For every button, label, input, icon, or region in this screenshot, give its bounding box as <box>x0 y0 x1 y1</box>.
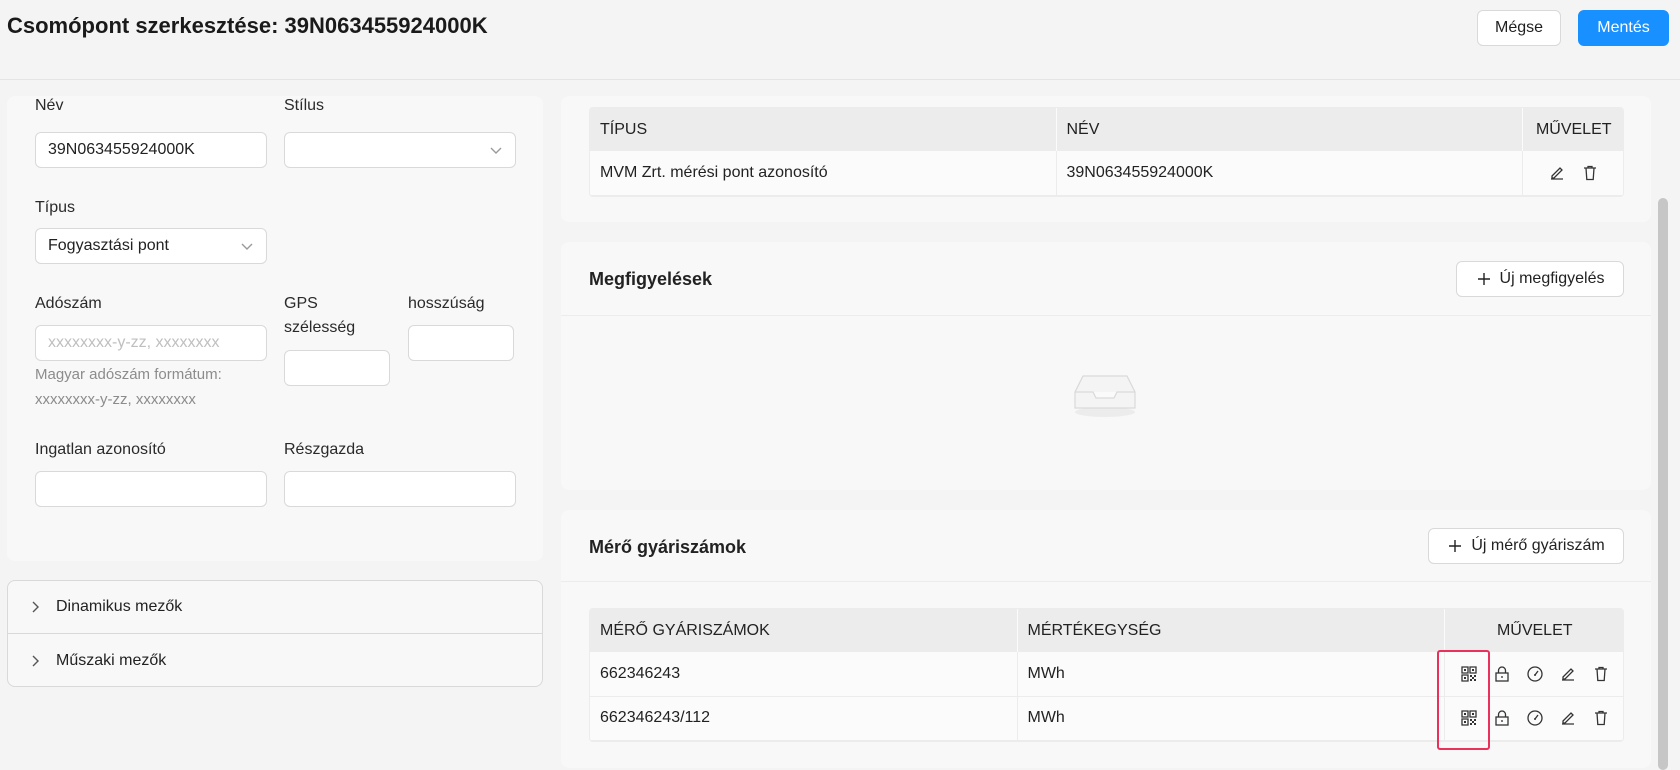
chevron-down-icon <box>490 147 502 154</box>
style-select[interactable] <box>284 132 516 168</box>
tax-number-hint: Magyar adószám formátum: xxxxxxxx-y-zz, … <box>35 366 222 408</box>
column-header: NÉV <box>1056 108 1523 151</box>
meter-unit: MWh <box>1017 696 1445 741</box>
edit-icon[interactable] <box>1559 665 1577 683</box>
edit-icon[interactable] <box>1559 709 1577 727</box>
gps-latitude-input[interactable] <box>284 350 390 386</box>
chevron-down-icon <box>241 243 253 250</box>
tax-number-input[interactable]: xxxxxxxx-y-zz, xxxxxxxx <box>35 325 267 361</box>
identifiers-card: TÍPUS NÉV MŰVELET MVM Zrt. mérési pont a… <box>561 96 1651 222</box>
observations-card: Megfigyelések Új megfigyelés <box>561 242 1651 490</box>
delete-icon[interactable] <box>1592 665 1610 683</box>
node-form-panel: Név 39N063455924000K Stílus Típus Fogyas… <box>7 96 543 561</box>
property-id-input[interactable] <box>35 471 267 507</box>
page-title: Csomópont szerkesztése: 39N063455924000K <box>7 13 488 38</box>
empty-inbox-icon <box>1074 375 1136 417</box>
identifiers-table: TÍPUS NÉV MŰVELET MVM Zrt. mérési pont a… <box>590 108 1623 196</box>
name-input[interactable]: 39N063455924000K <box>35 132 267 168</box>
scrollbar[interactable] <box>1658 198 1668 770</box>
column-header: MÉRTÉKEGYSÉG <box>1017 609 1445 652</box>
chevron-right-icon <box>32 601 39 613</box>
subowner-label: Részgazda <box>284 441 365 458</box>
plus-icon <box>1449 540 1462 552</box>
lock-icon[interactable] <box>1493 709 1511 727</box>
save-button[interactable]: Mentés <box>1578 10 1669 46</box>
cancel-button[interactable]: Mégse <box>1477 10 1561 46</box>
name-label: Név <box>35 97 64 114</box>
collapse-panel: Dinamikus mezők Műszaki mezők <box>7 580 543 687</box>
plus-icon <box>1477 273 1490 285</box>
type-label: Típus <box>35 199 76 216</box>
chevron-right-icon <box>32 655 39 666</box>
column-header: MŰVELET <box>1522 108 1623 151</box>
lock-icon[interactable] <box>1493 665 1511 683</box>
column-header: MŰVELET <box>1444 609 1623 652</box>
type-select[interactable]: Fogyasztási pont <box>35 228 267 264</box>
gauge-icon[interactable] <box>1526 665 1544 683</box>
meter-serial: 662346243 <box>590 652 1018 697</box>
gauge-icon[interactable] <box>1526 709 1544 727</box>
gps-longitude-label: hosszúság <box>408 295 485 312</box>
style-label: Stílus <box>284 97 325 114</box>
edit-icon[interactable] <box>1548 164 1566 182</box>
observations-title: Megfigyelések <box>589 269 713 289</box>
meter-serials-title: Mérő gyáriszámok <box>589 537 747 557</box>
gps-latitude-label: GPS szélesség <box>284 295 356 336</box>
header-bar: Csomópont szerkesztése: 39N063455924000K… <box>0 0 1680 80</box>
meter-serial: 662346243/112 <box>590 696 1018 741</box>
table-row: MVM Zrt. mérési pont azonosító 39N063455… <box>590 151 1623 196</box>
row-actions <box>1522 151 1623 196</box>
delete-icon[interactable] <box>1592 709 1610 727</box>
new-meter-serial-button[interactable]: Új mérő gyáriszám <box>1428 528 1624 564</box>
qr-code-column-highlight <box>1437 650 1490 750</box>
subowner-input[interactable] <box>284 471 516 507</box>
collapse-dynamic-fields[interactable]: Dinamikus mezők <box>8 581 542 634</box>
column-header: TÍPUS <box>590 108 1057 151</box>
tax-number-label: Adószám <box>35 295 102 312</box>
identifier-type: MVM Zrt. mérési pont azonosító <box>590 151 1057 196</box>
collapse-technical-fields[interactable]: Műszaki mezők <box>8 634 542 687</box>
new-observation-button[interactable]: Új megfigyelés <box>1456 261 1624 297</box>
property-id-label: Ingatlan azonosító <box>35 441 166 458</box>
delete-icon[interactable] <box>1581 164 1599 182</box>
gps-longitude-input[interactable] <box>408 325 514 361</box>
column-header: MÉRŐ GYÁRISZÁMOK <box>590 609 1018 652</box>
identifier-name: 39N063455924000K <box>1056 151 1523 196</box>
meter-unit: MWh <box>1017 652 1445 697</box>
